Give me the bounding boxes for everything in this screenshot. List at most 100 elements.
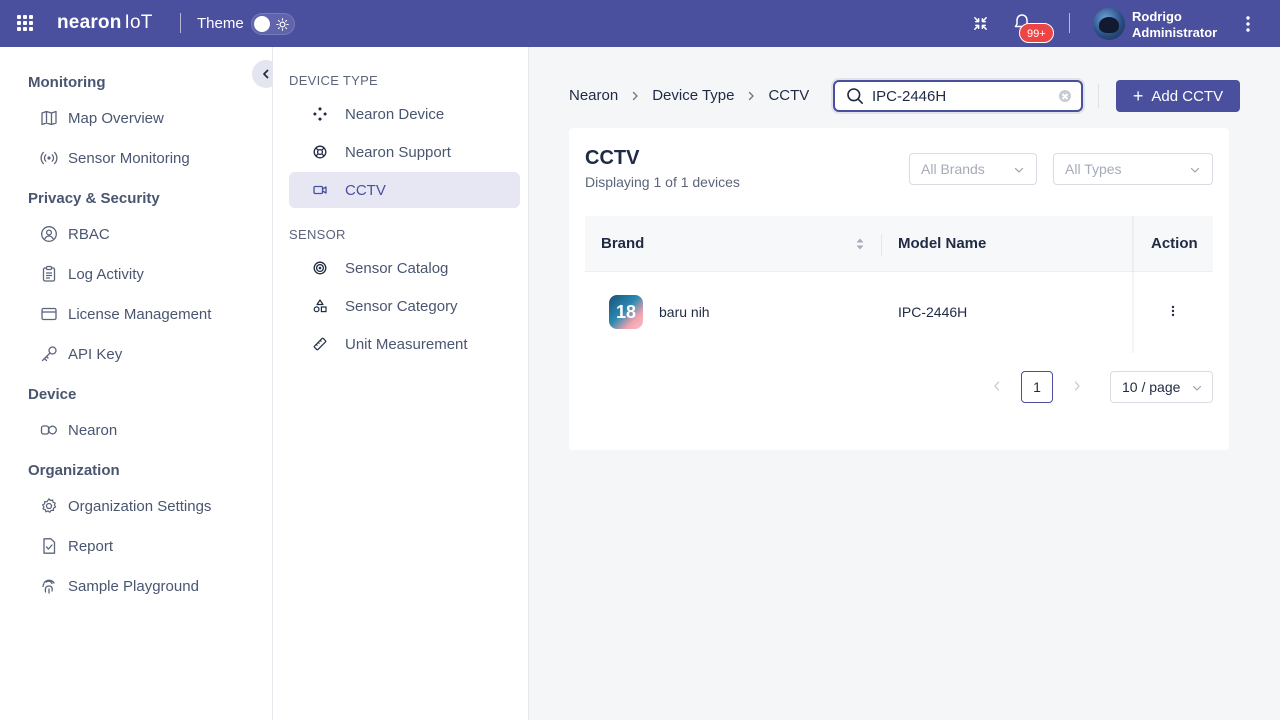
device-type-heading: DEVICE TYPE: [289, 73, 379, 88]
column-divider: [881, 234, 882, 256]
target-icon: [311, 259, 329, 277]
section-title-monitoring: Monitoring: [28, 74, 106, 91]
user-role: Administrator: [1132, 25, 1218, 40]
type-filter-value: All Types: [1065, 161, 1122, 177]
sidebar-item-api-key[interactable]: API Key: [40, 342, 122, 366]
brand-filter-value: All Brands: [921, 161, 985, 177]
app-logo[interactable]: nearon IoT: [57, 12, 153, 34]
sidebar-item-map-overview[interactable]: Map Overview: [40, 106, 164, 130]
search-field[interactable]: [833, 80, 1083, 112]
sort-icon[interactable]: [855, 237, 865, 251]
type-filter-select[interactable]: All Types: [1053, 153, 1213, 185]
plus-icon: +: [1132, 86, 1144, 106]
brand-filter-select[interactable]: All Brands: [909, 153, 1037, 185]
sidebar-item-label: Report: [68, 537, 114, 555]
page-size-value: 10 / page: [1122, 379, 1181, 395]
sidebar-item-label: Nearon: [68, 421, 118, 439]
toolbar-divider: [1098, 84, 1099, 108]
file-check-icon: [40, 537, 58, 555]
clear-search-icon[interactable]: [1059, 90, 1071, 102]
pagination: 1 10 / page: [585, 370, 1213, 404]
breadcrumb-item-nearon[interactable]: Nearon: [569, 87, 618, 104]
notification-badge: 99+: [1019, 23, 1054, 43]
sidebar-item-report[interactable]: Report: [40, 534, 113, 558]
subnav-item-nearon-device[interactable]: Nearon Device: [289, 96, 520, 132]
brand-cell: baru nih: [659, 304, 710, 320]
toggle-knob: [254, 16, 270, 32]
sidebar: Monitoring Map Overview Sensor Monitorin…: [0, 47, 280, 720]
subnav-item-label: Sensor Catalog: [345, 259, 449, 277]
map-icon: [40, 109, 58, 127]
main-content: Nearon Device Type CCTV + Add CCTV CCTV …: [529, 47, 1280, 720]
page-number[interactable]: 1: [1021, 371, 1053, 403]
brand-logo-text: 18: [615, 301, 637, 322]
user-circle-icon: [40, 225, 58, 243]
sidebar-item-sensor-monitoring[interactable]: Sensor Monitoring: [40, 146, 190, 170]
exit-fullscreen-icon[interactable]: [972, 15, 989, 32]
card-icon: [40, 305, 58, 323]
top-bar: nearon IoT Theme 99+ Rodrigo Administrat…: [0, 0, 1280, 47]
subnav-item-label: Unit Measurement: [345, 335, 468, 353]
header-divider: [180, 13, 181, 33]
chevron-right-icon: [630, 91, 640, 101]
sidebar-item-label: API Key: [68, 345, 123, 363]
add-cctv-button[interactable]: + Add CCTV: [1116, 80, 1240, 112]
device-list-card: CCTV Displaying 1 of 1 devices All Brand…: [569, 128, 1229, 450]
subnav-item-nearon-support[interactable]: Nearon Support: [289, 134, 520, 170]
theme-toggle[interactable]: [251, 13, 295, 35]
search-icon: [847, 88, 863, 104]
section-title-organization: Organization: [28, 462, 120, 479]
subnav-item-cctv[interactable]: CCTV: [289, 172, 520, 208]
breadcrumb: Nearon Device Type CCTV: [569, 87, 809, 104]
page-title: CCTV: [585, 147, 640, 169]
clipboard-icon: [40, 265, 58, 283]
logo-text: nearon: [57, 12, 122, 33]
table-header: Brand Model Name Action: [585, 216, 1213, 272]
section-title-privacy-security: Privacy & Security: [28, 190, 160, 207]
user-info[interactable]: Rodrigo Administrator: [1132, 9, 1217, 41]
next-page-icon[interactable]: [1072, 380, 1082, 392]
breadcrumb-item-device-type[interactable]: Device Type: [652, 87, 734, 104]
ruler-icon: [311, 335, 329, 353]
header-divider: [1069, 13, 1070, 33]
subnav-item-sensor-category[interactable]: Sensor Category: [289, 288, 520, 324]
sidebar-item-label: Log Activity: [68, 265, 144, 283]
device-type-nav: DEVICE TYPE Nearon Device Nearon Support…: [273, 47, 529, 720]
sidebar-item-sample-playground[interactable]: Sample Playground: [40, 574, 199, 598]
gear-icon: [40, 497, 58, 515]
shapes-icon: [311, 297, 329, 315]
sidebar-item-nearon[interactable]: Nearon: [40, 418, 117, 442]
device-table: Brand Model Name Action 18 baru nih IPC-…: [585, 216, 1213, 353]
row-actions-icon[interactable]: [1171, 304, 1175, 318]
sidebar-item-label: License Management: [68, 305, 212, 323]
more-vertical-icon[interactable]: [1240, 14, 1256, 34]
subnav-item-sensor-catalog[interactable]: Sensor Catalog: [289, 250, 520, 286]
device-count-text: Displaying 1 of 1 devices: [585, 174, 740, 190]
sidebar-item-label: Sensor Monitoring: [68, 149, 190, 167]
breadcrumb-item-cctv: CCTV: [768, 87, 810, 104]
subnav-item-unit-measurement[interactable]: Unit Measurement: [289, 326, 520, 362]
sensor-heading: SENSOR: [289, 227, 346, 242]
subnav-item-label: Nearon Support: [345, 143, 451, 161]
previous-page-icon[interactable]: [992, 380, 1002, 392]
column-header-brand[interactable]: Brand: [601, 235, 644, 252]
column-header-action: Action: [1151, 235, 1198, 252]
sidebar-item-log-activity[interactable]: Log Activity: [40, 262, 144, 286]
apps-grid-icon[interactable]: [17, 15, 33, 31]
sidebar-item-license-management[interactable]: License Management: [40, 302, 211, 326]
add-cctv-label: Add CCTV: [1151, 87, 1224, 105]
search-input[interactable]: [872, 87, 1042, 105]
page-size-select[interactable]: 10 / page: [1110, 371, 1213, 403]
broadcast-icon: [40, 149, 58, 167]
sidebar-item-organization-settings[interactable]: Organization Settings: [40, 494, 211, 518]
brand-logo: 18: [609, 295, 643, 329]
avatar[interactable]: [1093, 8, 1125, 40]
video-camera-icon: [311, 181, 329, 199]
sidebar-item-rbac[interactable]: RBAC: [40, 222, 110, 246]
user-name: Rodrigo: [1132, 9, 1182, 24]
subnav-item-label: Sensor Category: [345, 297, 458, 315]
theme-label: Theme: [197, 15, 244, 32]
sidebar-item-label: Sample Playground: [68, 577, 199, 595]
current-page: 1: [1033, 379, 1041, 395]
diamond-dots-icon: [311, 105, 329, 123]
